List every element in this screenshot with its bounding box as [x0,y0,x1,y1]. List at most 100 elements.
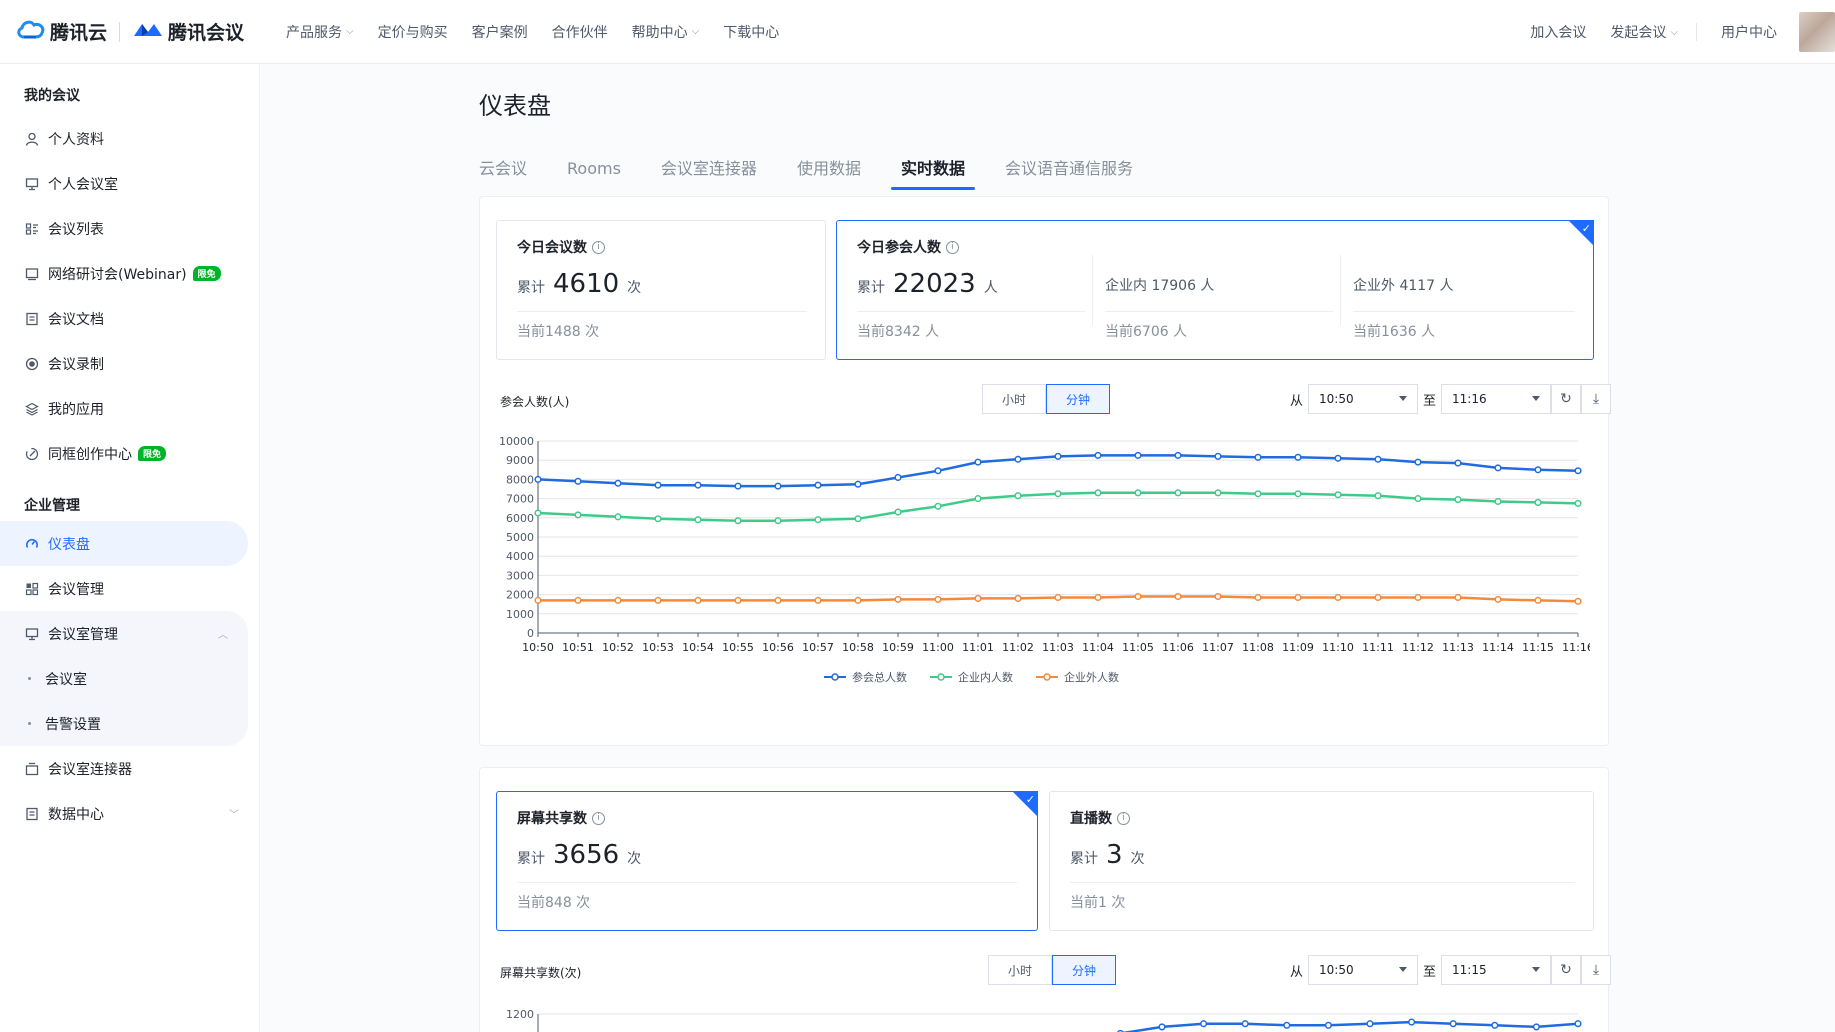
tab-room-connector[interactable]: 会议室连接器 [661,154,757,190]
granularity-toggle: 小时 分钟 [988,955,1116,985]
data-point [1324,1021,1332,1029]
sidebar-item-connector[interactable]: 会议室连接器 [0,746,259,791]
card-title-text: 屏幕共享数 [517,811,587,827]
nav-products-label: 产品服务 [286,24,343,41]
to-time-select[interactable]: 11:16 [1441,384,1552,414]
document-icon [24,311,40,327]
brand-divider [119,21,121,42]
card-title-text: 今日参会人数 [857,240,941,256]
join-meeting-link[interactable]: 加入会议 [1530,22,1586,42]
download-icon: ⤓ [1592,962,1600,978]
sidebar-item-recordings[interactable]: 会议录制 [0,341,259,386]
sidebar-subitem-label: 会议室 [45,671,87,688]
legend-label: 企业外人数 [1064,670,1119,684]
user-center-link[interactable]: 用户中心 [1721,22,1777,42]
hour-button[interactable]: 小时 [988,955,1052,985]
data-point [934,502,942,510]
card-live[interactable]: 直播数 i 累计 3 次 当前1 次 [1049,791,1594,931]
hour-button[interactable]: 小时 [982,384,1046,414]
data-point [1294,453,1302,461]
from-time-select[interactable]: 10:50 [1308,955,1419,985]
minute-button[interactable]: 分钟 [1052,955,1116,985]
legend-label: 企业内人数 [958,670,1013,684]
screen-share-line-chart: 1200 [506,1008,1582,1032]
check-icon: ✓ [1581,222,1591,235]
sidebar-item-meeting-management[interactable]: 会议管理 [0,566,259,611]
card-today-participants[interactable]: ✓ 今日参会人数 i 累计 22023 人 当前8342 人 企业内 17906 … [836,220,1594,360]
sidebar-item-profile[interactable]: 个人资料 [0,116,259,161]
nav-cases[interactable]: 客户案例 [472,22,528,42]
data-point [1094,451,1102,459]
x-tick-label: 11:06 [1162,641,1194,654]
total-participants: 累计 22023 人 [857,269,998,299]
to-label: 至 [1423,964,1437,980]
download-button[interactable]: ⤓ [1581,384,1612,414]
tab-voice-service[interactable]: 会议语音通信服务 [1005,154,1133,190]
y-tick-label: 10000 [499,435,534,448]
chevron-up-icon: ︿ [218,630,228,641]
data-point [654,596,662,604]
sidebar-item-room-management[interactable]: 会议室管理 ︿ [0,611,248,656]
minute-button[interactable]: 分钟 [1046,384,1110,414]
info-icon[interactable]: i [592,240,605,254]
nav-pricing[interactable]: 定价与购买 [378,22,448,42]
sidebar-item-my-apps[interactable]: 我的应用 [0,386,259,431]
nav-partners[interactable]: 合作伙伴 [552,22,608,42]
sidebar-group-my-meetings: 我的会议 [24,88,80,104]
nav-right: 加入会议 发起会议 ⌵ 用户中心 [1506,0,1835,64]
info-icon[interactable]: i [946,240,959,254]
data-point [1241,1020,1249,1028]
tab-usage-data[interactable]: 使用数据 [797,154,861,190]
current-screen-share: 当前848 次 [517,895,591,911]
sidebar-item-data-center[interactable]: 数据中心 ﹀ [0,791,259,836]
sidebar-item-label: 仪表盘 [48,536,90,553]
main-content: 仪表盘 云会议 Rooms 会议室连接器 使用数据 实时数据 会议语音通信服务 … [261,64,1835,1032]
sidebar-subitem-rooms[interactable]: 会议室 [0,656,248,701]
from-time-select[interactable]: 10:50 [1308,384,1419,414]
tab-rooms[interactable]: Rooms [567,154,621,190]
current-participants: 当前8342 人 [857,324,940,340]
data-point [1534,596,1542,604]
data-point [614,513,622,521]
brand[interactable]: 腾讯云 腾讯会议 [16,18,244,45]
data-point [814,481,822,489]
nav-help[interactable]: 帮助中心 ⌵ [632,22,700,42]
x-tick-label: 11:02 [1002,641,1034,654]
nav-download[interactable]: 下载中心 [723,22,779,42]
info-icon[interactable]: i [592,811,605,825]
start-meeting-link[interactable]: 发起会议 ⌵ [1610,22,1678,42]
sidebar-item-dashboard[interactable]: 仪表盘 [0,521,248,566]
join-meeting-label: 加入会议 [1530,25,1587,41]
data-point [1494,595,1502,603]
sidebar-item-create-center[interactable]: 同框创作中心 限免 [0,431,259,476]
sidebar-item-meeting-list[interactable]: 会议列表 [0,206,259,251]
data-point [734,596,742,604]
tab-realtime-data[interactable]: 实时数据 [890,154,975,190]
data-point [734,482,742,490]
sidebar-subitem-alerts[interactable]: 告警设置 [0,701,248,746]
download-button[interactable]: ⤓ [1581,955,1612,985]
card-screen-share[interactable]: ✓ 屏幕共享数 i 累计 3656 次 当前848 次 [496,791,1038,931]
info-icon[interactable]: i [1117,811,1130,825]
refresh-button[interactable]: ↻ [1551,955,1582,985]
data-point [1574,1020,1582,1028]
stat-unit: 次 [627,851,642,867]
tab-cloud-meeting[interactable]: 云会议 [479,154,527,190]
refresh-button[interactable]: ↻ [1551,384,1582,414]
card-today-meetings[interactable]: 今日会议数 i 累计 4610 次 当前1488 次 [496,220,826,360]
sidebar-item-documents[interactable]: 会议文档 [0,296,259,341]
monitor-icon [24,266,40,282]
x-tick-label: 11:08 [1242,641,1274,654]
time-range: 从 10:50 至 11:16 ↻ ⤓ [1285,384,1612,414]
nav-products[interactable]: 产品服务 ⌵ [286,22,354,42]
data-point [1174,489,1182,497]
data-point [1294,490,1302,498]
start-meeting-label: 发起会议 [1610,25,1667,41]
divider [1353,311,1575,312]
avatar[interactable] [1799,12,1835,52]
internal-participants: 企业内 17906 人 [1105,275,1214,295]
refresh-icon: ↻ [1560,391,1572,407]
sidebar-item-webinar[interactable]: 网络研讨会(Webinar) 限免 [0,251,259,296]
sidebar-item-personal-room[interactable]: 个人会议室 [0,161,259,206]
to-time-select[interactable]: 11:15 [1441,955,1552,985]
